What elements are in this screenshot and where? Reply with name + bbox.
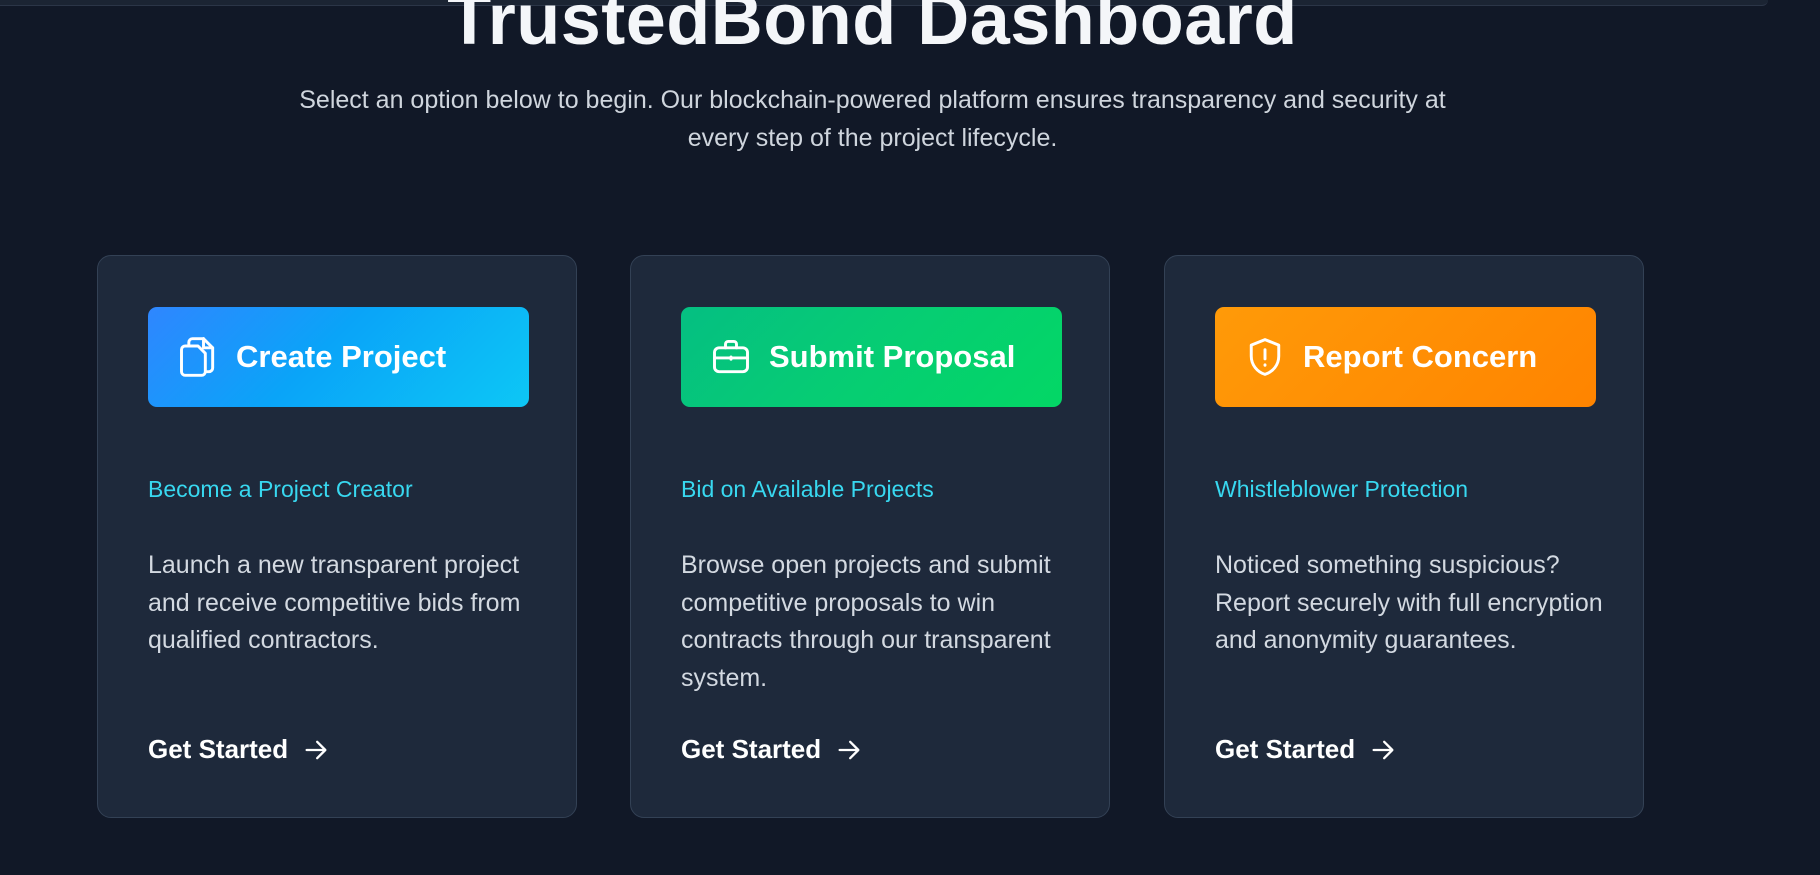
create-project-button[interactable]: Create Project [148, 307, 529, 407]
arrow-right-icon [302, 736, 330, 764]
get-started-link[interactable]: Get Started [148, 734, 330, 765]
arrow-right-icon [1369, 736, 1397, 764]
report-concern-label: Report Concern [1303, 339, 1538, 374]
create-project-label: Create Project [236, 339, 447, 374]
card-subtitle: Become a Project Creator [148, 476, 413, 502]
page-subtitle: Select an option below to begin. Our blo… [299, 86, 1446, 152]
card-description: Noticed something suspicious? Report sec… [1215, 551, 1603, 654]
arrow-right-icon [835, 736, 863, 764]
documents-icon [176, 335, 220, 379]
get-started-label: Get Started [1215, 734, 1356, 764]
page-title: TrustedBond Dashboard [447, 0, 1298, 60]
submit-proposal-card: Submit Proposal Bid on Available Project… [630, 255, 1110, 818]
get-started-label: Get Started [148, 734, 289, 764]
report-concern-card: Report Concern Whistleblower Protection … [1164, 255, 1644, 818]
briefcase-icon [709, 335, 753, 379]
get-started-label: Get Started [681, 734, 822, 764]
card-subtitle: Bid on Available Projects [681, 476, 934, 502]
get-started-link[interactable]: Get Started [1215, 734, 1397, 765]
shield-alert-icon [1243, 335, 1287, 379]
card-description: Browse open projects and submit competit… [681, 551, 1051, 692]
create-project-card: Create Project Become a Project Creator … [97, 255, 577, 818]
submit-proposal-button[interactable]: Submit Proposal [681, 307, 1062, 407]
card-description: Launch a new transparent project and rec… [148, 551, 521, 654]
submit-proposal-label: Submit Proposal [769, 339, 1016, 374]
report-concern-button[interactable]: Report Concern [1215, 307, 1596, 407]
get-started-link[interactable]: Get Started [681, 734, 863, 765]
card-subtitle: Whistleblower Protection [1215, 476, 1469, 502]
